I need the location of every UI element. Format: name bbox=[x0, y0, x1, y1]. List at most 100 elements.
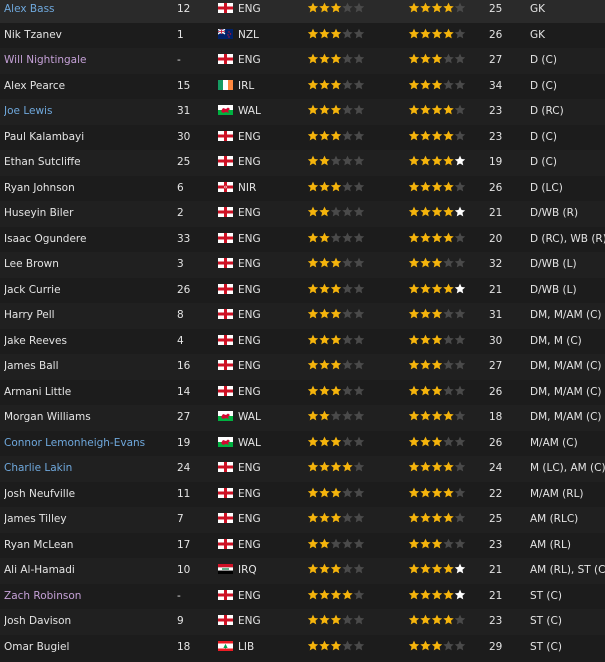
player-name-link[interactable]: Harry Pell bbox=[4, 303, 204, 329]
nationality[interactable]: WAL bbox=[218, 405, 298, 431]
flag-eng-icon bbox=[218, 258, 233, 268]
player-name-link[interactable]: Ryan Johnson bbox=[4, 176, 204, 202]
player-row[interactable]: Josh Davison 9 ENG 23 ST (C) bbox=[0, 609, 605, 635]
player-row[interactable]: Lee Brown 3 ENG 32 D/WB (L) bbox=[0, 252, 605, 278]
player-name-link[interactable]: Morgan Williams bbox=[4, 405, 204, 431]
nationality[interactable]: ENG bbox=[218, 278, 298, 304]
potential-ability-stars bbox=[408, 507, 488, 533]
player-name-link[interactable]: Josh Neufville bbox=[4, 482, 204, 508]
player-row[interactable]: Paul Kalambayi 30 ENG 23 D (C) bbox=[0, 124, 605, 151]
nationality[interactable]: ENG bbox=[218, 482, 298, 508]
nationality[interactable]: ENG bbox=[218, 533, 298, 559]
potential-ability-stars bbox=[408, 380, 488, 406]
player-row[interactable]: Omar Bugiel 18 LIB 29 ST (C) bbox=[0, 634, 605, 661]
player-row[interactable]: James Tilley 7 ENG 25 AM (RLC) bbox=[0, 507, 605, 533]
player-name-link[interactable]: Ali Al-Hamadi bbox=[4, 558, 204, 584]
player-name-link[interactable]: Paul Kalambayi bbox=[4, 125, 204, 151]
nationality-code: NZL bbox=[238, 28, 259, 41]
player-row[interactable]: Ryan Johnson 6 NIR 26 D (LC) bbox=[0, 175, 605, 202]
player-name-link[interactable]: Zach Robinson bbox=[4, 584, 204, 610]
nationality[interactable]: ENG bbox=[218, 507, 298, 533]
nationality[interactable]: LIB bbox=[218, 635, 298, 661]
player-name-link[interactable]: Ryan McLean bbox=[4, 533, 204, 559]
nationality[interactable]: ENG bbox=[218, 0, 298, 23]
player-name-link[interactable]: Huseyin Biler bbox=[4, 201, 204, 227]
player-name-link[interactable]: Alex Bass bbox=[4, 0, 204, 23]
nationality[interactable]: WAL bbox=[218, 99, 298, 125]
player-row[interactable]: Armani Little 14 ENG 26 DM, M/AM (C) bbox=[0, 379, 605, 406]
nationality[interactable]: ENG bbox=[218, 48, 298, 74]
flag-eng-icon bbox=[218, 462, 233, 472]
player-row[interactable]: Isaac Ogundere 33 ENG 20 D (RC), WB (R) bbox=[0, 226, 605, 253]
nationality[interactable]: ENG bbox=[218, 584, 298, 610]
current-ability-stars bbox=[307, 405, 387, 431]
player-name-link[interactable]: Isaac Ogundere bbox=[4, 227, 204, 253]
current-ability-stars bbox=[307, 609, 387, 635]
nationality-code: WAL bbox=[238, 436, 261, 449]
player-row[interactable]: Charlie Lakin 24 ENG 24 M (LC), AM (C) bbox=[0, 456, 605, 482]
player-row[interactable]: Alex Pearce 15 IRL 34 D (C) bbox=[0, 73, 605, 100]
star-rating-icon bbox=[408, 155, 466, 167]
player-row[interactable]: Ryan McLean 17 ENG 23 AM (RL) bbox=[0, 532, 605, 559]
player-name-link[interactable]: James Ball bbox=[4, 354, 204, 380]
nationality[interactable]: ENG bbox=[218, 201, 298, 227]
player-row[interactable]: Alex Bass 12 ENG 25 GK bbox=[0, 0, 605, 23]
player-name-link[interactable]: Armani Little bbox=[4, 380, 204, 406]
nationality[interactable]: ENG bbox=[218, 227, 298, 253]
potential-ability-stars bbox=[408, 201, 488, 227]
player-age: 25 bbox=[489, 513, 503, 525]
player-row[interactable]: Jack Currie 26 ENG 21 D/WB (L) bbox=[0, 277, 605, 304]
player-row[interactable]: Jake Reeves 4 ENG 30 DM, M (C) bbox=[0, 328, 605, 355]
player-name-link[interactable]: Jake Reeves bbox=[4, 329, 204, 355]
player-row[interactable]: Huseyin Biler 2 ENG 21 D/WB (R) bbox=[0, 201, 605, 227]
player-row[interactable]: Josh Neufville 11 ENG 22 M/AM (RL) bbox=[0, 481, 605, 508]
nationality[interactable]: ENG bbox=[218, 252, 298, 278]
player-row[interactable]: Joe Lewis 31 WAL 23 D (RC) bbox=[0, 99, 605, 125]
star-rating-icon bbox=[307, 257, 365, 269]
player-age: 23 bbox=[489, 615, 503, 627]
current-ability-stars bbox=[307, 150, 387, 176]
player-position: ST (C) bbox=[530, 640, 562, 653]
nationality[interactable]: NZL bbox=[218, 23, 298, 49]
player-name-link[interactable]: Charlie Lakin bbox=[4, 456, 204, 482]
nationality[interactable]: NIR bbox=[218, 176, 298, 202]
player-name-link[interactable]: Josh Davison bbox=[4, 609, 204, 635]
player-position: AM (RLC) bbox=[530, 513, 579, 525]
player-row[interactable]: Will Nightingale - ENG 27 D (C) bbox=[0, 48, 605, 74]
nationality[interactable]: ENG bbox=[218, 125, 298, 151]
player-name-link[interactable]: Omar Bugiel bbox=[4, 635, 204, 661]
player-name-link[interactable]: James Tilley bbox=[4, 507, 204, 533]
nationality[interactable]: ENG bbox=[218, 150, 298, 176]
nationality[interactable]: ENG bbox=[218, 380, 298, 406]
player-name-link[interactable]: Ethan Sutcliffe bbox=[4, 150, 204, 176]
nationality[interactable]: IRQ bbox=[218, 558, 298, 584]
player-row[interactable]: Ali Al-Hamadi 10 IRQ 21 AM (RL), ST (C) bbox=[0, 558, 605, 584]
player-row[interactable]: Connor Lemonheigh-Evans 19 WAL 26 M/AM (C) bbox=[0, 430, 605, 457]
nationality[interactable]: ENG bbox=[218, 609, 298, 635]
player-name-link[interactable]: Connor Lemonheigh-Evans bbox=[4, 431, 204, 457]
flag-irl-icon bbox=[218, 79, 233, 90]
player-name-link[interactable]: Jack Currie bbox=[4, 278, 204, 304]
potential-ability-stars bbox=[408, 482, 488, 508]
nationality[interactable]: WAL bbox=[218, 431, 298, 457]
player-row[interactable]: Zach Robinson - ENG 21 ST (C) bbox=[0, 583, 605, 610]
player-row[interactable]: Ethan Sutcliffe 25 ENG 19 D (C) bbox=[0, 150, 605, 176]
player-row[interactable]: James Ball 16 ENG 27 DM, M/AM (C) bbox=[0, 354, 605, 380]
nationality[interactable]: ENG bbox=[218, 329, 298, 355]
player-name-link[interactable]: Lee Brown bbox=[4, 252, 204, 278]
star-rating-icon bbox=[408, 2, 466, 14]
nationality[interactable]: ENG bbox=[218, 354, 298, 380]
squad-number: - bbox=[177, 54, 181, 66]
player-row[interactable]: Morgan Williams 27 WAL 18 DM, M/AM (C) bbox=[0, 405, 605, 431]
nationality[interactable]: IRL bbox=[218, 74, 298, 100]
player-name-link[interactable]: Joe Lewis bbox=[4, 99, 204, 125]
player-row[interactable]: Harry Pell 8 ENG 31 DM, M/AM (C) bbox=[0, 303, 605, 329]
player-row[interactable]: Nik Tzanev 1 NZL 26 GK bbox=[0, 22, 605, 49]
player-name-link[interactable]: Alex Pearce bbox=[4, 74, 204, 100]
player-name-link[interactable]: Will Nightingale bbox=[4, 48, 204, 74]
nationality[interactable]: ENG bbox=[218, 456, 298, 482]
player-name-link[interactable]: Nik Tzanev bbox=[4, 23, 204, 49]
nationality[interactable]: ENG bbox=[218, 303, 298, 329]
squad-number: 19 bbox=[177, 436, 191, 449]
player-age: 19 bbox=[489, 156, 503, 168]
